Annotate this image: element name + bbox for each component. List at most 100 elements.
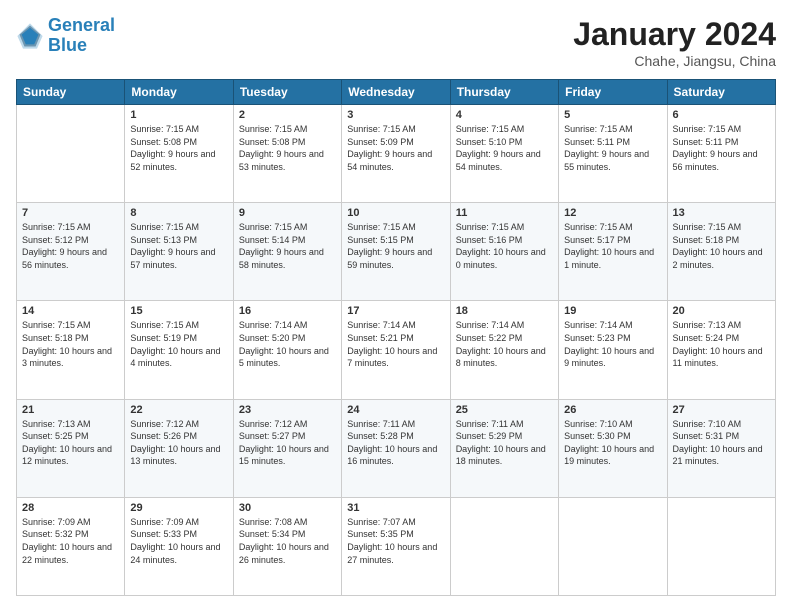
day-info: Sunrise: 7:10 AMSunset: 5:31 PMDaylight:… xyxy=(673,418,770,468)
day-info: Sunrise: 7:15 AMSunset: 5:09 PMDaylight:… xyxy=(347,123,444,173)
day-cell: 11Sunrise: 7:15 AMSunset: 5:16 PMDayligh… xyxy=(450,203,558,301)
day-info: Sunrise: 7:13 AMSunset: 5:24 PMDaylight:… xyxy=(673,319,770,369)
day-number: 13 xyxy=(673,207,770,219)
logo-blue: Blue xyxy=(48,35,87,55)
day-cell: 14 Sunrise: 7:15 AMSunset: 5:18 PMDayligh… xyxy=(17,301,125,399)
day-number: 21 xyxy=(22,404,119,416)
day-cell: 28Sunrise: 7:09 AMSunset: 5:32 PMDayligh… xyxy=(17,497,125,595)
calendar-table: Sunday Monday Tuesday Wednesday Thursday… xyxy=(16,79,776,596)
day-cell: 18 Sunrise: 7:14 AMSunset: 5:22 PMDayligh… xyxy=(450,301,558,399)
day-cell: 17 Sunrise: 7:14 AMSunset: 5:21 PMDayligh… xyxy=(342,301,450,399)
page: General Blue January 2024 Chahe, Jiangsu… xyxy=(0,0,792,612)
col-friday: Friday xyxy=(559,80,667,105)
day-info: Sunrise: 7:15 AMSunset: 5:08 PMDaylight:… xyxy=(239,123,336,173)
month-title: January 2024 xyxy=(573,16,776,53)
day-cell: 23 Sunrise: 7:12 AMSunset: 5:27 PMDayligh… xyxy=(233,399,341,497)
col-monday: Monday xyxy=(125,80,233,105)
day-number: 12 xyxy=(564,207,661,219)
day-cell: 1Sunrise: 7:15 AMSunset: 5:08 PMDaylight… xyxy=(125,105,233,203)
day-number: 26 xyxy=(564,404,661,416)
day-info: Sunrise: 7:14 AMSunset: 5:23 PMDaylight:… xyxy=(564,319,661,369)
day-number: 18 xyxy=(456,305,553,317)
week-row-1: 1Sunrise: 7:15 AMSunset: 5:08 PMDaylight… xyxy=(17,105,776,203)
col-sunday: Sunday xyxy=(17,80,125,105)
day-info: Sunrise: 7:08 AMSunset: 5:34 PMDaylight:… xyxy=(239,516,336,566)
week-row-2: 7 Sunrise: 7:15 AMSunset: 5:12 PMDaylight… xyxy=(17,203,776,301)
day-cell: 19 Sunrise: 7:14 AMSunset: 5:23 PMDayligh… xyxy=(559,301,667,399)
day-number: 6 xyxy=(673,109,770,121)
day-info: Sunrise: 7:14 AMSunset: 5:20 PMDaylight:… xyxy=(239,319,336,369)
day-cell: 12 Sunrise: 7:15 AMSunset: 5:17 PMDayligh… xyxy=(559,203,667,301)
day-cell xyxy=(667,497,775,595)
day-cell: 6 Sunrise: 7:15 AMSunset: 5:11 PMDaylight… xyxy=(667,105,775,203)
day-number: 19 xyxy=(564,305,661,317)
col-saturday: Saturday xyxy=(667,80,775,105)
location: Chahe, Jiangsu, China xyxy=(573,53,776,69)
day-number: 25 xyxy=(456,404,553,416)
day-cell: 27 Sunrise: 7:10 AMSunset: 5:31 PMDayligh… xyxy=(667,399,775,497)
day-number: 3 xyxy=(347,109,444,121)
day-number: 28 xyxy=(22,502,119,514)
day-info: Sunrise: 7:14 AMSunset: 5:22 PMDaylight:… xyxy=(456,319,553,369)
day-info: Sunrise: 7:13 AMSunset: 5:25 PMDaylight:… xyxy=(22,418,119,468)
day-info: Sunrise: 7:12 AMSunset: 5:27 PMDaylight:… xyxy=(239,418,336,468)
day-number: 5 xyxy=(564,109,661,121)
calendar-header-row: Sunday Monday Tuesday Wednesday Thursday… xyxy=(17,80,776,105)
week-row-3: 14 Sunrise: 7:15 AMSunset: 5:18 PMDayligh… xyxy=(17,301,776,399)
day-cell: 20Sunrise: 7:13 AMSunset: 5:24 PMDayligh… xyxy=(667,301,775,399)
day-cell: 31 Sunrise: 7:07 AMSunset: 5:35 PMDayligh… xyxy=(342,497,450,595)
logo-icon xyxy=(16,22,44,50)
day-cell: 26 Sunrise: 7:10 AMSunset: 5:30 PMDayligh… xyxy=(559,399,667,497)
day-info: Sunrise: 7:15 AMSunset: 5:12 PMDaylight:… xyxy=(22,221,119,271)
col-thursday: Thursday xyxy=(450,80,558,105)
day-cell: 21 Sunrise: 7:13 AMSunset: 5:25 PMDayligh… xyxy=(17,399,125,497)
day-info: Sunrise: 7:15 AMSunset: 5:13 PMDaylight:… xyxy=(130,221,227,271)
day-number: 7 xyxy=(22,207,119,219)
day-info: Sunrise: 7:15 AMSunset: 5:11 PMDaylight:… xyxy=(673,123,770,173)
day-number: 27 xyxy=(673,404,770,416)
day-info: Sunrise: 7:11 AMSunset: 5:28 PMDaylight:… xyxy=(347,418,444,468)
day-number: 23 xyxy=(239,404,336,416)
day-number: 17 xyxy=(347,305,444,317)
day-info: Sunrise: 7:15 AMSunset: 5:17 PMDaylight:… xyxy=(564,221,661,271)
day-cell: 25Sunrise: 7:11 AMSunset: 5:29 PMDayligh… xyxy=(450,399,558,497)
day-info: Sunrise: 7:15 AMSunset: 5:08 PMDaylight:… xyxy=(130,123,227,173)
logo-general: General xyxy=(48,15,115,35)
day-cell: 15Sunrise: 7:15 AMSunset: 5:19 PMDayligh… xyxy=(125,301,233,399)
day-info: Sunrise: 7:15 AMSunset: 5:15 PMDaylight:… xyxy=(347,221,444,271)
day-cell: 10Sunrise: 7:15 AMSunset: 5:15 PMDayligh… xyxy=(342,203,450,301)
week-row-5: 28Sunrise: 7:09 AMSunset: 5:32 PMDayligh… xyxy=(17,497,776,595)
day-cell: 30 Sunrise: 7:08 AMSunset: 5:34 PMDayligh… xyxy=(233,497,341,595)
day-cell xyxy=(17,105,125,203)
day-info: Sunrise: 7:14 AMSunset: 5:21 PMDaylight:… xyxy=(347,319,444,369)
day-number: 24 xyxy=(347,404,444,416)
day-cell: 13 Sunrise: 7:15 AMSunset: 5:18 PMDayligh… xyxy=(667,203,775,301)
title-area: January 2024 Chahe, Jiangsu, China xyxy=(573,16,776,69)
day-cell xyxy=(559,497,667,595)
col-wednesday: Wednesday xyxy=(342,80,450,105)
col-tuesday: Tuesday xyxy=(233,80,341,105)
day-info: Sunrise: 7:15 AMSunset: 5:11 PMDaylight:… xyxy=(564,123,661,173)
day-info: Sunrise: 7:15 AMSunset: 5:10 PMDaylight:… xyxy=(456,123,553,173)
day-cell xyxy=(450,497,558,595)
day-number: 22 xyxy=(130,404,227,416)
day-info: Sunrise: 7:09 AMSunset: 5:33 PMDaylight:… xyxy=(130,516,227,566)
day-cell: 22Sunrise: 7:12 AMSunset: 5:26 PMDayligh… xyxy=(125,399,233,497)
week-row-4: 21 Sunrise: 7:13 AMSunset: 5:25 PMDayligh… xyxy=(17,399,776,497)
day-number: 4 xyxy=(456,109,553,121)
day-number: 31 xyxy=(347,502,444,514)
day-info: Sunrise: 7:15 AMSunset: 5:18 PMDaylight:… xyxy=(22,319,119,369)
day-number: 9 xyxy=(239,207,336,219)
day-number: 14 xyxy=(22,305,119,317)
day-info: Sunrise: 7:10 AMSunset: 5:30 PMDaylight:… xyxy=(564,418,661,468)
day-number: 16 xyxy=(239,305,336,317)
day-info: Sunrise: 7:07 AMSunset: 5:35 PMDaylight:… xyxy=(347,516,444,566)
logo-text: General Blue xyxy=(48,16,115,56)
day-cell: 5 Sunrise: 7:15 AMSunset: 5:11 PMDaylight… xyxy=(559,105,667,203)
day-number: 29 xyxy=(130,502,227,514)
day-number: 8 xyxy=(130,207,227,219)
day-number: 30 xyxy=(239,502,336,514)
day-cell: 8 Sunrise: 7:15 AMSunset: 5:13 PMDaylight… xyxy=(125,203,233,301)
day-info: Sunrise: 7:15 AMSunset: 5:18 PMDaylight:… xyxy=(673,221,770,271)
header: General Blue January 2024 Chahe, Jiangsu… xyxy=(16,16,776,69)
